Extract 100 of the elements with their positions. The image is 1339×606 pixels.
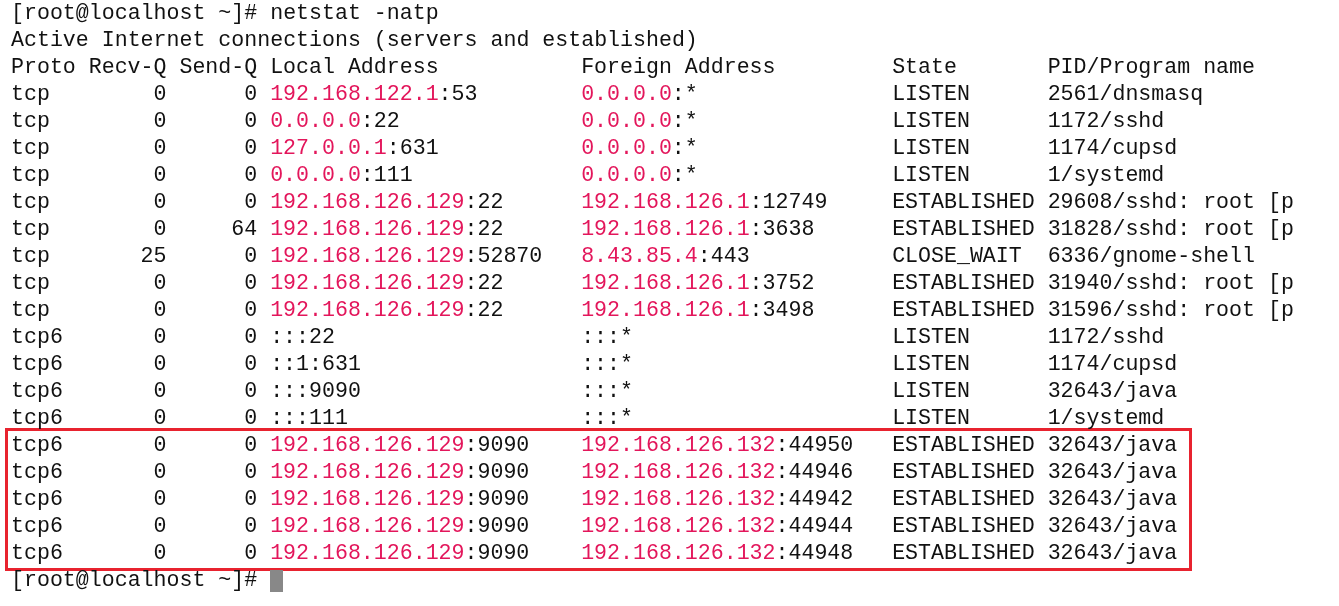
table-cell-text: 0: [152, 405, 167, 432]
table-cell-text: 0: [243, 189, 258, 216]
output-heading: Active Internet connections (servers and established): [11, 27, 698, 54]
table-cell-text: tcp: [11, 297, 51, 324]
table-cell-text: 0: [243, 378, 258, 405]
table-cell-text: 192.168.126.1:3752: [581, 270, 816, 297]
table-cell-text: 0: [243, 486, 258, 513]
table-cell-text: tcp: [11, 243, 51, 270]
table-cell-text: 0.0.0.0:*: [581, 162, 699, 189]
table-cell-text: 0: [152, 108, 167, 135]
table-cell-text: 0: [243, 270, 258, 297]
table-cell-text: tcp6: [11, 432, 64, 459]
table-cell-text: ESTABLISHED: [892, 540, 1036, 567]
table-cell: 1174/cupsd: [1047, 135, 1178, 162]
table-cell-text: 192.168.126.132:44942: [581, 486, 855, 513]
table-cell-text: 0: [243, 162, 258, 189]
table-cell-text: tcp6: [11, 513, 64, 540]
table-cell-text: tcp: [11, 270, 51, 297]
table-cell: 2561/dnsmasq: [1047, 81, 1204, 108]
table-cell-text: ESTABLISHED: [892, 513, 1036, 540]
table-cell-text: 0: [152, 135, 167, 162]
table-cell: 31940/sshd: root [p: [1047, 270, 1294, 297]
table-cell-text: ESTABLISHED: [892, 216, 1036, 243]
table-cell-text: 192.168.126.129:9090: [270, 459, 531, 486]
table-cell-text: 8.43.85.4:443: [581, 243, 751, 270]
table-cell-text: tcp6: [11, 486, 64, 513]
table-cell: 31596/sshd: root [p: [1047, 297, 1294, 324]
table-cell-text: 0: [243, 324, 258, 351]
table-cell-text: 0: [152, 351, 167, 378]
table-cell-text: 0: [152, 378, 167, 405]
table-cell-text: ESTABLISHED: [892, 270, 1036, 297]
table-cell-text: LISTEN: [892, 351, 971, 378]
table-cell-text: 192.168.126.129:9090: [270, 540, 531, 567]
table-cell-text: 0: [243, 513, 258, 540]
table-cell-text: tcp6: [11, 378, 64, 405]
table-cell-text: tcp: [11, 108, 51, 135]
table-cell-text: tcp6: [11, 459, 64, 486]
table-cell-text: 0.0.0.0:*: [581, 135, 699, 162]
table-cell: 32643/java: [1047, 459, 1178, 486]
table-cell-text: LISTEN: [892, 81, 971, 108]
table-cell-text: ESTABLISHED: [892, 459, 1036, 486]
column-header: Foreign Address: [581, 54, 777, 81]
table-cell-text: 192.168.126.129:52870: [270, 243, 544, 270]
table-cell-text: 192.168.126.129:22: [270, 189, 505, 216]
table-cell-text: 0: [243, 297, 258, 324]
table-cell-text: 0: [152, 459, 167, 486]
table-cell-text: 192.168.126.129:9090: [270, 486, 531, 513]
column-header: State: [892, 54, 958, 81]
command-line: [root@localhost ~]# netstat -natp: [11, 0, 439, 27]
table-cell-text: 192.168.126.129:22: [270, 270, 505, 297]
table-cell: 32643/java: [1047, 540, 1178, 567]
table-cell-text: ESTABLISHED: [892, 189, 1036, 216]
table-cell-text: LISTEN: [892, 324, 971, 351]
table-cell-text: 192.168.126.1:3498: [581, 297, 816, 324]
column-header: PID/Program name: [1047, 54, 1255, 81]
table-cell-text: 0: [243, 108, 258, 135]
table-cell-text: :::*: [581, 351, 634, 378]
shell-prompt: [root@localhost ~]#: [11, 567, 258, 594]
table-cell-text: tcp6: [11, 324, 64, 351]
table-cell: 32643/java: [1047, 432, 1178, 459]
table-cell-text: 0.0.0.0:111: [270, 162, 414, 189]
table-cell-text: 0: [243, 243, 258, 270]
table-cell-text: LISTEN: [892, 108, 971, 135]
table-cell-text: 192.168.122.1:53: [270, 81, 479, 108]
table-cell-text: 192.168.126.129:9090: [270, 432, 531, 459]
table-cell: 6336/gnome-shell: [1047, 243, 1255, 270]
table-cell-text: 192.168.126.129:22: [270, 297, 505, 324]
table-cell-text: 192.168.126.129:22: [270, 216, 505, 243]
table-cell-text: 192.168.126.132:44948: [581, 540, 855, 567]
table-cell-text: 0: [152, 513, 167, 540]
table-cell-text: 0: [243, 459, 258, 486]
table-cell-text: LISTEN: [892, 405, 971, 432]
table-cell-text: 0.0.0.0:22: [270, 108, 401, 135]
table-cell-text: tcp: [11, 162, 51, 189]
table-cell-text: :::111: [270, 405, 349, 432]
table-cell-text: 0: [152, 189, 167, 216]
table-cell-text: 0: [152, 432, 167, 459]
table-cell: 32643/java: [1047, 513, 1178, 540]
column-header: Recv-Q: [87, 54, 167, 81]
table-cell: 32643/java: [1047, 378, 1178, 405]
table-cell-text: CLOSE_WAIT: [892, 243, 1023, 270]
table-cell-text: 192.168.126.1:12749: [581, 189, 829, 216]
table-cell-text: 64: [230, 216, 258, 243]
table-cell: 29608/sshd: root [p: [1047, 189, 1294, 216]
table-cell-text: ESTABLISHED: [892, 432, 1036, 459]
table-cell-text: ::1:631: [270, 351, 362, 378]
table-cell-text: :::*: [581, 405, 634, 432]
table-cell-text: :::22: [270, 324, 336, 351]
text-cursor: [270, 570, 284, 592]
table-cell: 1172/sshd: [1047, 108, 1165, 135]
table-cell-text: 25: [139, 243, 167, 270]
table-cell-text: LISTEN: [892, 162, 971, 189]
table-cell-text: :::*: [581, 378, 634, 405]
table-cell-text: tcp6: [11, 405, 64, 432]
table-cell-text: 0: [152, 216, 167, 243]
table-cell-text: 192.168.126.132:44950: [581, 432, 855, 459]
table-cell-text: 0: [243, 81, 258, 108]
table-cell-text: 192.168.126.129:9090: [270, 513, 531, 540]
table-cell: 32643/java: [1047, 486, 1178, 513]
table-cell-text: tcp: [11, 135, 51, 162]
